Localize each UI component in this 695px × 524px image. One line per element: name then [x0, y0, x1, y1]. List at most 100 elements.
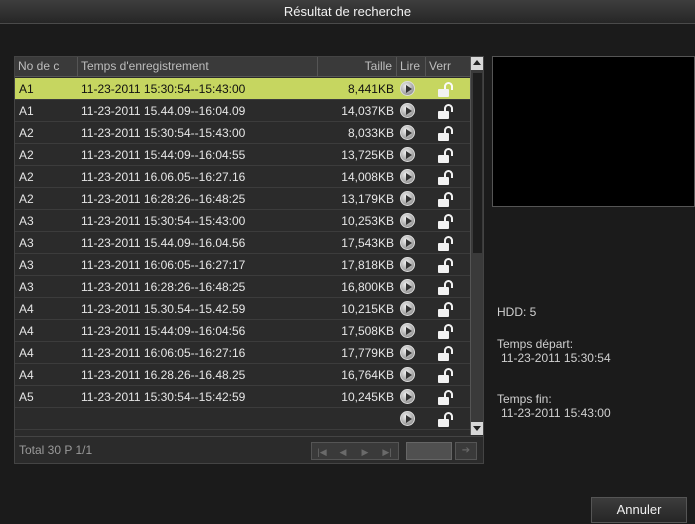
unlock-icon[interactable]: [438, 346, 454, 361]
next-page-icon[interactable]: ▶: [355, 445, 375, 459]
record-time: 11-23-2011 15:30:54--15:43:00: [81, 82, 246, 96]
record-time: [81, 408, 317, 429]
play-icon[interactable]: [400, 389, 415, 404]
record-time: 11-23-2011 15:30:54--15:43:00: [81, 214, 246, 228]
unlock-icon[interactable]: [438, 192, 454, 207]
table-row[interactable]: A4 11-23-2011 16:06:05--16:27:16 17,779KB: [15, 342, 470, 364]
play-cell: [400, 144, 420, 165]
play-icon[interactable]: [400, 147, 415, 162]
play-icon[interactable]: [400, 411, 415, 426]
table-row[interactable]: A4 11-23-2011 16.28.26--16.48.25 16,764KB: [15, 364, 470, 386]
play-cell: [400, 364, 420, 385]
first-page-icon[interactable]: |◀: [312, 445, 332, 459]
play-icon[interactable]: [400, 257, 415, 272]
table-body: A1 11-23-2011 15:30:54--15:43:00 8,441KB A1…: [15, 78, 470, 435]
file-size: 13,725KB: [341, 148, 394, 162]
camera-number: A1: [19, 82, 34, 96]
unlock-icon[interactable]: [438, 302, 454, 317]
unlock-icon[interactable]: [438, 82, 454, 97]
camera-number: [19, 408, 77, 429]
play-cell: [400, 276, 420, 297]
vertical-scrollbar[interactable]: [470, 57, 483, 435]
table-row[interactable]: A1 11-23-2011 15.44.09--16:04.09 14,037KB: [15, 100, 470, 122]
play-icon[interactable]: [400, 235, 415, 250]
table-row[interactable]: A3 11-23-2011 16:28:26--16:48:25 16,800KB: [15, 276, 470, 298]
scroll-down-arrow-icon[interactable]: [471, 422, 483, 435]
table-footer: Total 30 P 1/1 |◀ ◀ ▶ ▶| ➔: [15, 436, 483, 463]
lock-cell: [435, 254, 459, 275]
file-size: [318, 408, 394, 429]
play-cell: [400, 188, 420, 209]
scroll-up-arrow-icon[interactable]: [471, 57, 483, 70]
hdd-info: HDD: 5: [497, 305, 537, 319]
play-icon[interactable]: [400, 125, 415, 140]
record-time: 11-23-2011 15.44.09--16.04.56: [81, 236, 246, 250]
go-page-arrow-icon[interactable]: ➔: [455, 442, 477, 460]
play-icon[interactable]: [400, 191, 415, 206]
play-icon[interactable]: [400, 323, 415, 338]
play-cell: [400, 408, 420, 429]
file-size: 17,508KB: [341, 324, 394, 338]
unlock-icon[interactable]: [438, 368, 454, 383]
unlock-icon[interactable]: [438, 148, 454, 163]
table-row[interactable]: A2 11-23-2011 16:28:26--16:48:25 13,179KB: [15, 188, 470, 210]
play-icon[interactable]: [400, 103, 415, 118]
column-header-no[interactable]: No de c: [15, 57, 78, 77]
end-time-label: Temps fin:: [497, 392, 552, 406]
table-row[interactable]: A3 11-23-2011 15:30:54--15:43:00 10,253KB: [15, 210, 470, 232]
play-icon[interactable]: [400, 301, 415, 316]
lock-cell: [435, 364, 459, 385]
play-cell: [400, 298, 420, 319]
unlock-icon[interactable]: [438, 170, 454, 185]
cancel-button[interactable]: Annuler: [591, 497, 687, 523]
table-row[interactable]: A4 11-23-2011 15:44:09--16:04:56 17,508KB: [15, 320, 470, 342]
play-icon[interactable]: [400, 345, 415, 360]
play-cell: [400, 342, 420, 363]
end-time-value: 11-23-2011 15:43:00: [501, 406, 611, 420]
camera-number: A2: [19, 126, 34, 140]
column-header-time[interactable]: Temps d'enregistrement: [78, 57, 318, 77]
last-page-icon[interactable]: ▶|: [377, 445, 397, 459]
play-icon[interactable]: [400, 81, 415, 96]
play-icon[interactable]: [400, 213, 415, 228]
unlock-icon[interactable]: [438, 214, 454, 229]
lock-cell: [435, 320, 459, 341]
play-icon[interactable]: [400, 169, 415, 184]
window-title: Résultat de recherche: [0, 0, 695, 24]
scroll-thumb[interactable]: [473, 73, 482, 253]
unlock-icon[interactable]: [438, 412, 454, 427]
table-row[interactable]: A2 11-23-2011 15:30:54--15:43:00 8,033KB: [15, 122, 470, 144]
play-icon[interactable]: [400, 367, 415, 382]
column-header-play[interactable]: Lire: [397, 57, 426, 77]
table-row[interactable]: A4 11-23-2011 15.30.54--15.42.59 10,215KB: [15, 298, 470, 320]
unlock-icon[interactable]: [438, 126, 454, 141]
record-time: 11-23-2011 15:30:54--15:43:00: [81, 126, 246, 140]
table-row[interactable]: A2 11-23-2011 15:44:09--16:04:55 13,725KB: [15, 144, 470, 166]
table-row[interactable]: A5 11-23-2011 15:30:54--15:42:59 10,245KB: [15, 386, 470, 408]
file-size: 8,441KB: [347, 82, 394, 96]
page-number-input[interactable]: [406, 442, 452, 460]
unlock-icon[interactable]: [438, 258, 454, 273]
unlock-icon[interactable]: [438, 280, 454, 295]
table-row[interactable]: A2 11-23-2011 16.06.05--16:27.16 14,008KB: [15, 166, 470, 188]
record-time: 11-23-2011 16.06.05--16:27.16: [81, 170, 246, 184]
record-time: 11-23-2011 15:44:09--16:04:56: [81, 324, 246, 338]
unlock-icon[interactable]: [438, 390, 454, 405]
camera-number: A4: [19, 368, 34, 382]
unlock-icon[interactable]: [438, 236, 454, 251]
column-header-size[interactable]: Taille: [318, 57, 397, 77]
file-size: 16,764KB: [341, 368, 394, 382]
table-row[interactable]: A3 11-23-2011 16:06:05--16:27:17 17,818KB: [15, 254, 470, 276]
play-cell: [400, 320, 420, 341]
file-size: 8,033KB: [347, 126, 394, 140]
unlock-icon[interactable]: [438, 324, 454, 339]
camera-number: A4: [19, 324, 34, 338]
play-icon[interactable]: [400, 279, 415, 294]
column-header-lock[interactable]: Verr: [426, 57, 470, 77]
table-row[interactable]: A1 11-23-2011 15:30:54--15:43:00 8,441KB: [15, 78, 470, 100]
prev-page-icon[interactable]: ◀: [333, 445, 353, 459]
table-row[interactable]: A3 11-23-2011 15.44.09--16.04.56 17,543KB: [15, 232, 470, 254]
record-time: 11-23-2011 16:06:05--16:27:17: [81, 258, 246, 272]
unlock-icon[interactable]: [438, 104, 454, 119]
table-row[interactable]: [15, 408, 470, 430]
